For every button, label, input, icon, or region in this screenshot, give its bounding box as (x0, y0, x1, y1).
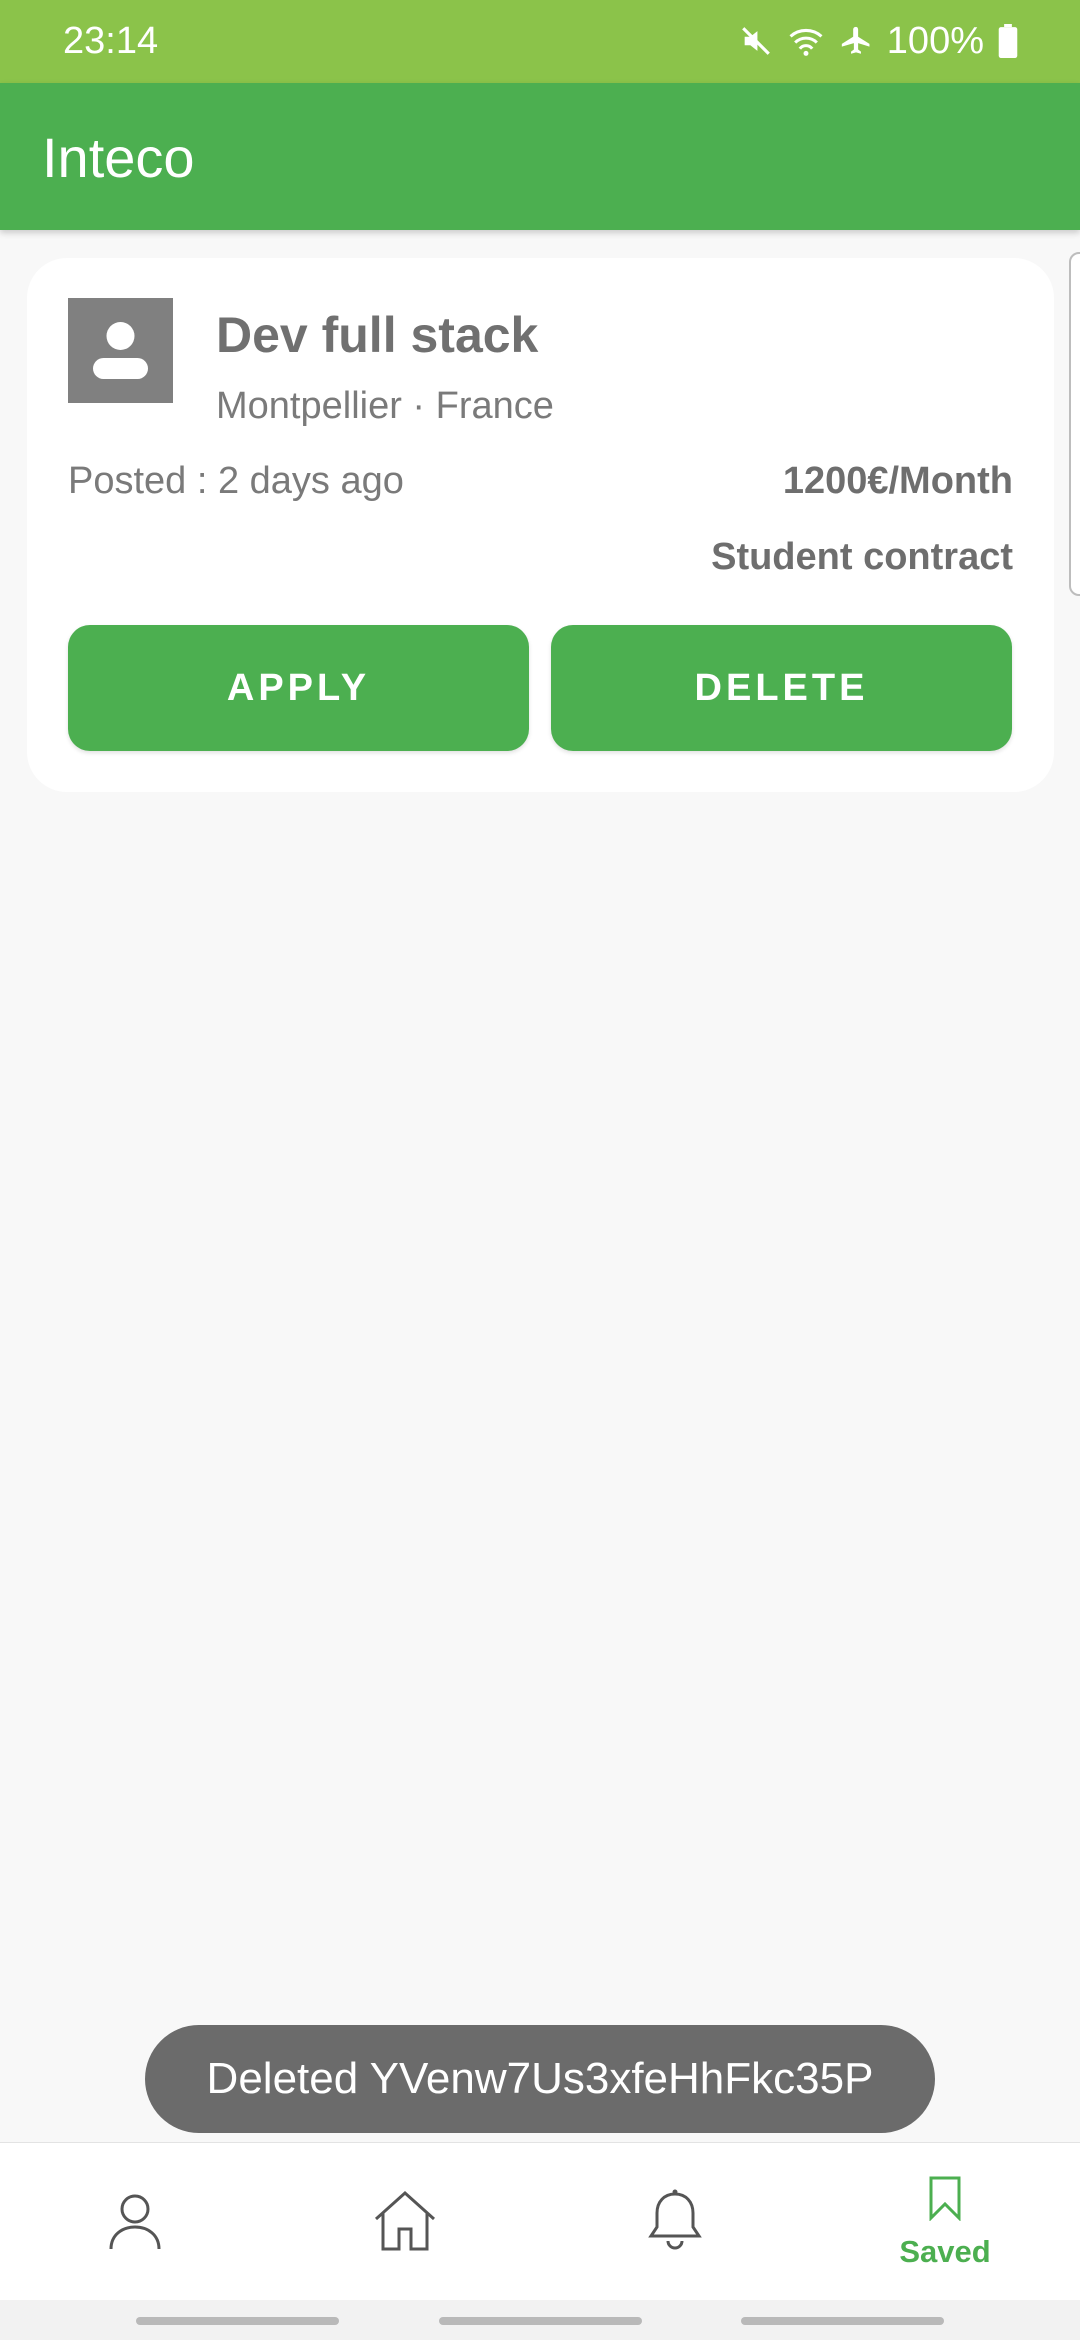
nav-saved[interactable]: Saved (870, 2143, 1020, 2301)
next-card-edge (1069, 252, 1080, 596)
battery-percent: 100% (886, 19, 984, 62)
gesture-bar (0, 2300, 1080, 2340)
job-card[interactable]: Dev full stack Montpellier · France Post… (27, 258, 1054, 792)
home-icon (372, 2189, 438, 2256)
posted-date: Posted : 2 days ago (68, 460, 404, 502)
battery-icon (998, 24, 1018, 58)
job-title: Dev full stack (216, 307, 539, 363)
gesture-handle[interactable] (741, 2317, 944, 2325)
delete-button[interactable]: DELETE (551, 625, 1012, 751)
mute-icon (739, 24, 773, 58)
salary: 1200€/Month (782, 460, 1013, 502)
nav-profile[interactable] (85, 2143, 185, 2301)
app-bar: Inteco (0, 83, 1080, 230)
status-icons: 100% (739, 18, 1018, 64)
nav-saved-label: Saved (899, 2233, 991, 2269)
airplane-icon (839, 24, 873, 58)
contract-type: Student contract (711, 536, 1013, 578)
job-location: Montpellier · France (216, 385, 554, 427)
status-bar: 23:14 100% (0, 0, 1080, 83)
nav-notifications[interactable] (625, 2143, 725, 2301)
wifi-icon (787, 24, 825, 58)
toast-message: Deleted YVenw7Us3xfeHhFkc35P (145, 2025, 935, 2133)
apply-button[interactable]: APPLY (68, 625, 529, 751)
person-icon (105, 2189, 165, 2256)
status-time: 23:14 (63, 20, 159, 62)
bell-icon (645, 2188, 705, 2257)
nav-home[interactable] (355, 2143, 455, 2301)
bookmark-icon (925, 2175, 965, 2226)
person-placeholder-icon (68, 298, 173, 403)
gesture-handle[interactable] (439, 2317, 642, 2325)
gesture-handle[interactable] (136, 2317, 339, 2325)
app-title: Inteco (42, 126, 195, 189)
bottom-navigation: Saved (0, 2142, 1080, 2301)
